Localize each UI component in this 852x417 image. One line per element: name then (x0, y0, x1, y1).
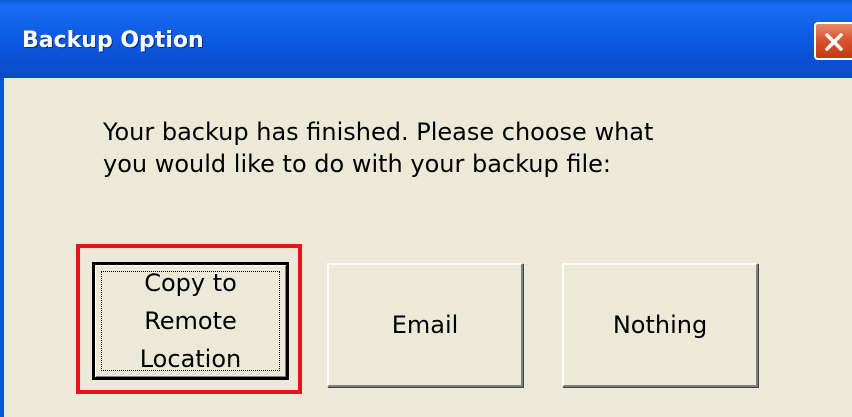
email-button[interactable]: Email (327, 263, 523, 387)
copy-to-remote-location-button[interactable]: Copy to Remote Location (92, 262, 289, 380)
email-button-label: Email (391, 311, 459, 339)
nothing-button-label: Nothing (612, 311, 708, 339)
title-bar[interactable]: Backup Option (0, 0, 852, 78)
window-frame-left (0, 78, 4, 417)
close-button[interactable] (814, 22, 852, 60)
close-x-icon (825, 33, 843, 51)
nothing-button[interactable]: Nothing (562, 263, 758, 387)
copy-button-label: Copy to Remote Location (139, 269, 242, 373)
message-text: Your backup has finished. Please choose … (103, 116, 743, 180)
backup-option-dialog: Backup Option Your backup has finished. … (0, 0, 852, 417)
window-title: Backup Option (22, 28, 204, 53)
message-line-1: Your backup has finished. Please choose … (103, 118, 654, 146)
message-line-2: you would like to do with your backup fi… (103, 150, 611, 178)
